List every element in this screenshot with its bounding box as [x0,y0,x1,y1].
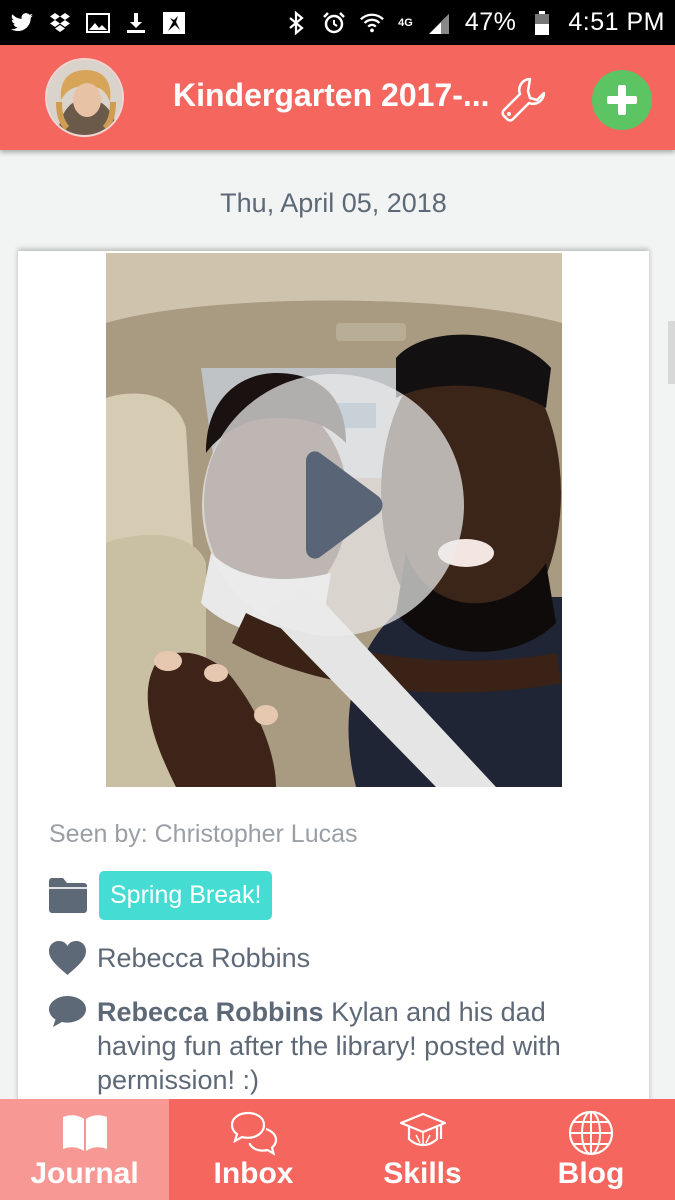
video-thumbnail[interactable] [106,253,562,787]
post-comment: Rebecca Robbins Kylan and his dad having… [97,995,627,1097]
twitter-icon [10,11,34,35]
seen-by-text: Seen by: Christopher Lucas [49,820,358,848]
clock: 4:51 PM [568,8,665,36]
nav-blog[interactable]: Blog [507,1099,675,1200]
scroll-indicator[interactable] [668,321,675,384]
folder-tag[interactable]: Spring Break! [99,871,273,920]
status-bar: 4G 47% 4:51 PM [0,0,675,45]
bluetooth-icon [284,10,308,35]
nav-inbox-label: Inbox [213,1157,294,1190]
comment-icon[interactable] [48,994,87,1029]
avatar[interactable] [45,58,124,137]
class-title[interactable]: Kindergarten 2017-... [173,77,503,114]
nav-blog-label: Blog [557,1157,625,1190]
battery-percent: 47% [464,8,517,36]
nav-journal[interactable]: Journal [0,1099,169,1200]
download-icon [124,11,148,35]
post-date: Thu, April 05, 2018 [220,188,447,218]
book-icon [63,1115,107,1151]
nav-skills[interactable]: Skills [338,1099,507,1200]
add-post-button[interactable] [592,70,652,130]
graduation-cap-icon [399,1112,447,1147]
nav-inbox[interactable]: Inbox [169,1099,338,1200]
app-header: Kindergarten 2017-... [0,45,675,150]
alarm-icon [322,11,346,35]
wifi-icon [360,11,385,35]
plus-icon [607,85,637,115]
status-notification-icons [10,11,186,35]
bottom-nav: Journal Inbox Skills Blog [0,1099,675,1200]
comment-author: Rebecca Robbins [97,997,324,1027]
battery-icon [530,10,554,35]
app-icon [162,11,186,35]
nav-skills-label: Skills [383,1157,462,1190]
journal-post-card: Seen by: Christopher Lucas Spring Break!… [18,251,649,1111]
wrench-icon[interactable] [500,75,548,123]
nav-journal-label: Journal [30,1157,139,1190]
heart-icon[interactable] [48,940,87,976]
play-icon[interactable] [202,374,464,636]
signal-icon [427,11,451,35]
globe-icon [568,1110,614,1156]
dropbox-icon [48,11,72,35]
folder-icon [48,876,88,914]
liked-by-text: Rebecca Robbins [97,943,311,973]
network-type: 4G [398,16,413,29]
status-system-icons: 4G 47% 4:51 PM [284,8,665,37]
chat-bubbles-icon [230,1111,278,1156]
image-icon [86,11,110,35]
